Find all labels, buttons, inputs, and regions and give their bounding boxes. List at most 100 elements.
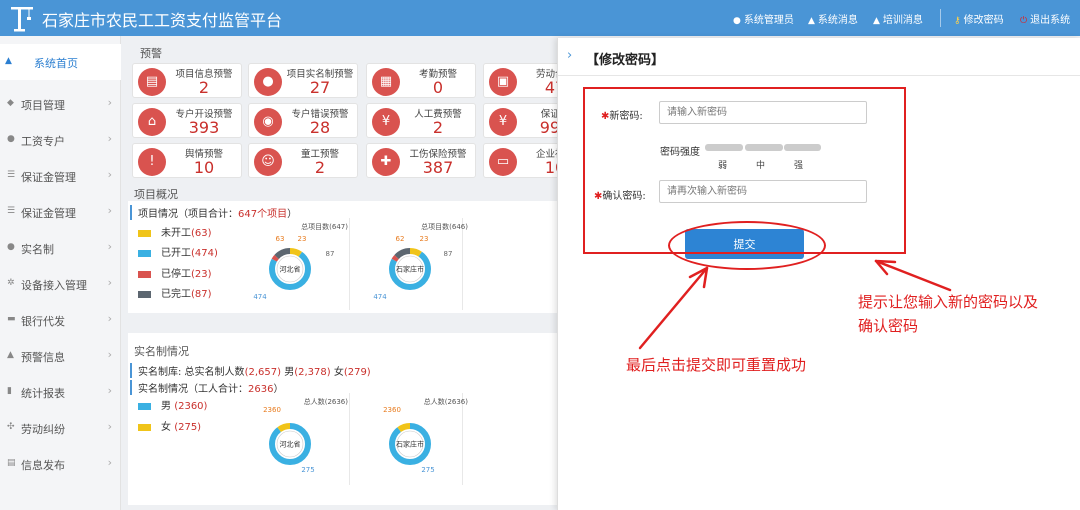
contract-icon: ▣ xyxy=(489,68,517,96)
legend-swatch xyxy=(138,270,151,278)
donut-center-label: 石家庄市 xyxy=(396,265,424,274)
sidebar-item-deposit-management-2[interactable]: ☰ 保证金管理 › xyxy=(0,194,121,230)
legend-swatch xyxy=(138,249,151,257)
home-icon: ▲ xyxy=(5,56,12,66)
chevron-right-icon: › xyxy=(107,276,112,289)
layers-icon: ◆ xyxy=(7,98,14,108)
sidebar-item-news[interactable]: ▤ 信息发布 › xyxy=(0,446,121,482)
warning-icon: ▲ xyxy=(7,350,14,360)
chevron-right-icon: › xyxy=(107,348,112,361)
wallet-icon: ▭ xyxy=(489,148,517,176)
bank-icon: ⌂ xyxy=(138,108,166,136)
sidebar-item-project-management[interactable]: ◆ 项目管理 › xyxy=(0,86,121,122)
nav-divider xyxy=(940,9,941,27)
chart-title: 总项目数(647) xyxy=(301,222,348,231)
legend-swatch xyxy=(138,423,151,431)
donut-value-label: 87 xyxy=(444,250,453,258)
key-icon: ⚷ xyxy=(954,16,961,26)
chevron-right-icon: › xyxy=(107,384,112,397)
donut-value-label: 62 xyxy=(396,235,405,243)
chevron-right-icon: › xyxy=(107,420,112,433)
donut-value-label: 87 xyxy=(326,250,335,258)
legend-item: 未开工(63) xyxy=(138,224,212,239)
coin-icon: ● xyxy=(7,134,15,144)
submit-hint-annotation: 最后点击提交即可重置成功 xyxy=(626,356,807,374)
legend-swatch xyxy=(138,402,151,410)
legend-item: 男 (2360) xyxy=(138,397,207,412)
sidebar-item-bank-payroll[interactable]: ▬ 银行代发 › xyxy=(0,302,121,338)
sidebar-item-wage-account[interactable]: ● 工资专户 › xyxy=(0,122,121,158)
app-title: 石家庄市农民工工资支付监管平台 xyxy=(42,11,283,30)
bell-icon: ▲ xyxy=(873,16,880,26)
donut-value-label: 275 xyxy=(301,466,314,474)
realname-summary-line: 实名制库: 总实名制人数(2,657) 男(2,378) 女(279) xyxy=(130,363,371,378)
chevron-right-icon: › xyxy=(107,168,112,181)
legend-swatch xyxy=(138,290,151,298)
donut-value-label: 474 xyxy=(253,293,267,301)
user-icon: ● xyxy=(733,16,741,26)
warning-card[interactable]: ✚ 工伤保险预警 387 xyxy=(366,143,476,178)
chevron-right-icon[interactable]: › xyxy=(567,48,572,63)
project-donut-chart-hebei: 总项目数(647) 河北省 63 474 23 87 xyxy=(253,222,348,301)
child-icon: ☺ xyxy=(254,148,282,176)
calendar-icon: ▦ xyxy=(372,68,400,96)
person-icon: ● xyxy=(7,242,15,252)
warning-section-title: 预警 xyxy=(140,47,162,60)
gears-icon: ✲ xyxy=(7,278,15,288)
chevron-right-icon: › xyxy=(107,456,112,469)
warning-card[interactable]: ▦ 考勤预警 0 xyxy=(366,63,476,98)
chart-title: 总人数(2636) xyxy=(424,397,469,406)
realname-title: 实名制情况 xyxy=(134,345,189,358)
nav-system-messages[interactable]: ▲ 系统消息 xyxy=(808,11,858,26)
project-summary-line: 项目情况（项目合计：647个项目） xyxy=(130,205,297,220)
chart-title: 总项目数(646) xyxy=(421,222,468,231)
project-donut-chart-shijiazhuang: 总项目数(646) 石家庄市 62 474 23 87 xyxy=(373,222,468,301)
sidebar-item-device-access[interactable]: ✲ 设备接入管理 › xyxy=(0,266,121,302)
donut-value-label: 63 xyxy=(276,235,285,243)
nav-change-password[interactable]: ⚷ 修改密码 xyxy=(954,11,1004,26)
crane-logo-icon xyxy=(11,7,33,32)
realname-worker-line: 实名制情况（工人合计：2636） xyxy=(130,380,283,395)
yen-icon: ¥ xyxy=(489,108,517,136)
bell-icon: ▲ xyxy=(808,16,815,26)
warning-card[interactable]: ⌂ 专户开设预警 393 xyxy=(132,103,242,138)
donut-value-label: 2360 xyxy=(383,406,401,414)
chevron-right-icon: › xyxy=(107,240,112,253)
donut-value-label: 23 xyxy=(298,235,307,243)
project-overview-title: 项目概况 xyxy=(134,188,178,201)
sidebar-item-statistics[interactable]: ▮ 统计报表 › xyxy=(0,374,121,410)
nav-logout[interactable]: ⏻ 退出系统 xyxy=(1020,11,1070,26)
donut-center-label: 河北省 xyxy=(280,265,301,274)
warning-card[interactable]: ¥ 人工费预警 2 xyxy=(366,103,476,138)
chart-title: 总人数(2636) xyxy=(304,397,349,406)
warning-card[interactable]: ☺ 童工预警 2 xyxy=(248,143,358,178)
donut-center-label: 石家庄市 xyxy=(396,440,424,449)
sidebar-item-deposit-management[interactable]: ☰ 保证金管理 › xyxy=(0,158,121,194)
card-icon: ▬ xyxy=(7,314,16,324)
warning-card[interactable]: ● 项目实名制预警 27 xyxy=(248,63,358,98)
submit-highlight-ellipse xyxy=(668,221,826,270)
modal-title: 【修改密码】 xyxy=(586,53,665,68)
legend-item: 女 (275) xyxy=(138,418,201,433)
nav-admin[interactable]: ● 系统管理员 xyxy=(733,11,794,26)
donut-value-label: 275 xyxy=(421,466,434,474)
donut-value-label: 23 xyxy=(420,235,429,243)
warning-card[interactable]: ▤ 项目信息预警 2 xyxy=(132,63,242,98)
sidebar-item-labor-disputes[interactable]: ✣ 劳动纠纷 › xyxy=(0,410,121,446)
legend-item: 已停工(23) xyxy=(138,265,212,280)
sidebar-item-warning-info[interactable]: ▲ 预警信息 › xyxy=(0,338,121,374)
legend-swatch xyxy=(138,229,151,237)
warning-card[interactable]: ◉ 专户错误预警 28 xyxy=(248,103,358,138)
chat-alert-icon: ! xyxy=(138,148,166,176)
sidebar-item-realname[interactable]: ● 实名制 › xyxy=(0,230,121,266)
sidebar-item-home[interactable]: ▲ 系统首页 xyxy=(0,44,121,80)
document-alert-icon: ▤ xyxy=(138,68,166,96)
worker-donut-chart-hebei: 总人数(2636) 河北省 2360 275 xyxy=(263,397,349,474)
yen-icon: ¥ xyxy=(372,108,400,136)
money-bag-icon: ◉ xyxy=(254,108,282,136)
first-aid-icon: ✚ xyxy=(372,148,400,176)
legend-item: 已开工(474) xyxy=(138,244,218,259)
hint-annotation: 提示让您输入新的密码以及 确认密码 xyxy=(858,293,1039,335)
nav-training-messages[interactable]: ▲ 培训消息 xyxy=(873,11,923,26)
warning-card[interactable]: ! 舆情预警 10 xyxy=(132,143,242,178)
